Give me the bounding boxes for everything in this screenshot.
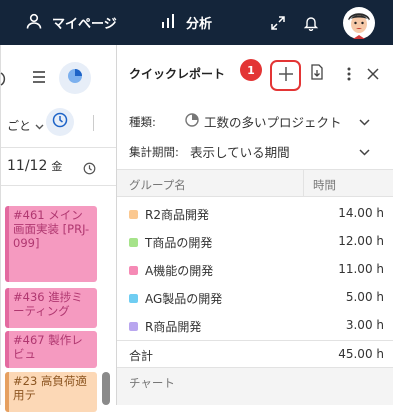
plus-icon xyxy=(278,66,294,86)
group-hours: 14.00 h xyxy=(338,206,384,220)
group-hours: 12.00 h xyxy=(338,234,384,248)
download-button[interactable] xyxy=(306,63,328,85)
period-label: 集計期間: xyxy=(129,144,179,159)
download-icon xyxy=(310,64,324,84)
grouping-dropdown[interactable]: ごと xyxy=(7,117,44,134)
calendar-event[interactable]: #436 進捗ミーティング xyxy=(5,288,97,328)
column-divider xyxy=(303,170,304,197)
column-header-hours[interactable]: 時間 xyxy=(313,177,336,193)
group-name: T商品の開発 xyxy=(145,236,213,250)
date-header: 11/12 金 xyxy=(7,158,62,174)
expand-icon[interactable] xyxy=(270,0,296,45)
period-filter[interactable]: 集計期間: 表示している期間 xyxy=(129,142,382,161)
top-navigation-bar: マイページ 分析 xyxy=(0,0,393,45)
chevron-down-icon xyxy=(35,119,44,133)
type-value: 工数の多いプロジェクト xyxy=(204,115,342,130)
pie-chart-icon xyxy=(66,67,84,89)
grouping-label: ごと xyxy=(7,119,32,133)
refresh-icon[interactable] xyxy=(0,71,9,91)
group-hours: 5.00 h xyxy=(345,290,384,304)
table-row[interactable]: A機能の開発 11.00 h xyxy=(117,256,393,284)
table-header: グループ名 時間 xyxy=(117,169,393,197)
view-toggle-button[interactable] xyxy=(59,62,91,94)
scrollbar-thumb[interactable] xyxy=(102,372,110,405)
group-hours: 11.00 h xyxy=(338,262,384,276)
total-label: 合計 xyxy=(129,349,154,363)
group-name: R商品開発 xyxy=(145,320,202,334)
group-name: AG製品の開発 xyxy=(145,292,223,306)
total-hours: 45.00 h xyxy=(338,347,384,361)
chevron-down-icon xyxy=(359,115,370,129)
period-value: 表示している期間 xyxy=(190,145,290,160)
clock-icon[interactable] xyxy=(83,160,96,179)
chart-section-label: チャート xyxy=(129,376,175,390)
divider xyxy=(1,185,117,186)
calendar-event[interactable]: #23 高負荷適用テ xyxy=(5,372,97,412)
calendar-panel: ごと 11/12 金 #461 メイン画面実装 [PRJ-099] #436 進捗… xyxy=(0,45,117,412)
mypage-link[interactable]: マイページ xyxy=(26,0,117,45)
chevron-down-icon xyxy=(359,145,370,159)
quick-report-panel: クイックレポート 1 種類: 工数の多いプロジェクト 集計期間: 表示している期… xyxy=(116,45,393,405)
color-swatch xyxy=(129,238,138,247)
menu-button[interactable] xyxy=(23,62,55,94)
date-label: 11/12 xyxy=(7,158,48,174)
analysis-link[interactable]: 分析 xyxy=(160,0,212,45)
divider xyxy=(1,147,117,148)
chart-section-header: チャート xyxy=(117,367,393,405)
bell-icon[interactable] xyxy=(303,0,329,45)
hamburger-icon xyxy=(31,69,47,88)
pie-chart-icon xyxy=(185,113,199,130)
color-swatch xyxy=(129,266,138,275)
table-row[interactable]: T商品の開発 12.00 h xyxy=(117,228,393,256)
type-label: 種類: xyxy=(129,114,156,129)
analysis-label: 分析 xyxy=(186,17,213,32)
more-options-icon[interactable] xyxy=(338,63,360,85)
bar-chart-icon xyxy=(160,13,186,33)
step-badge: 1 xyxy=(240,59,262,81)
calendar-event[interactable]: #461 メイン画面実装 [PRJ-099] xyxy=(5,206,97,282)
calendar-event[interactable]: #467 製作レビュ xyxy=(5,331,97,368)
color-swatch xyxy=(129,322,138,331)
avatar[interactable] xyxy=(343,0,385,45)
group-name: A機能の開発 xyxy=(145,264,214,278)
group-hours: 3.00 h xyxy=(345,318,384,332)
type-filter[interactable]: 種類: 工数の多いプロジェクト xyxy=(129,112,382,131)
panel-title: クイックレポート xyxy=(129,67,226,81)
color-swatch xyxy=(129,210,138,219)
table-row[interactable]: AG製品の開発 5.00 h xyxy=(117,284,393,312)
total-row: 合計 45.00 h xyxy=(117,340,393,367)
table-row[interactable]: R商品開発 3.00 h xyxy=(117,312,393,340)
clock-button[interactable] xyxy=(46,108,74,136)
color-swatch xyxy=(129,294,138,303)
weekday-label: 金 xyxy=(51,160,63,173)
column-header-group[interactable]: グループ名 xyxy=(129,177,186,193)
user-icon xyxy=(26,13,52,33)
table-row[interactable]: R2商品開発 14.00 h xyxy=(117,200,393,228)
divider xyxy=(93,115,94,131)
add-report-button[interactable] xyxy=(270,60,301,91)
clock-icon xyxy=(52,112,68,132)
group-name: R2商品開発 xyxy=(145,208,209,222)
close-icon[interactable] xyxy=(362,63,384,85)
mypage-label: マイページ xyxy=(52,17,117,32)
